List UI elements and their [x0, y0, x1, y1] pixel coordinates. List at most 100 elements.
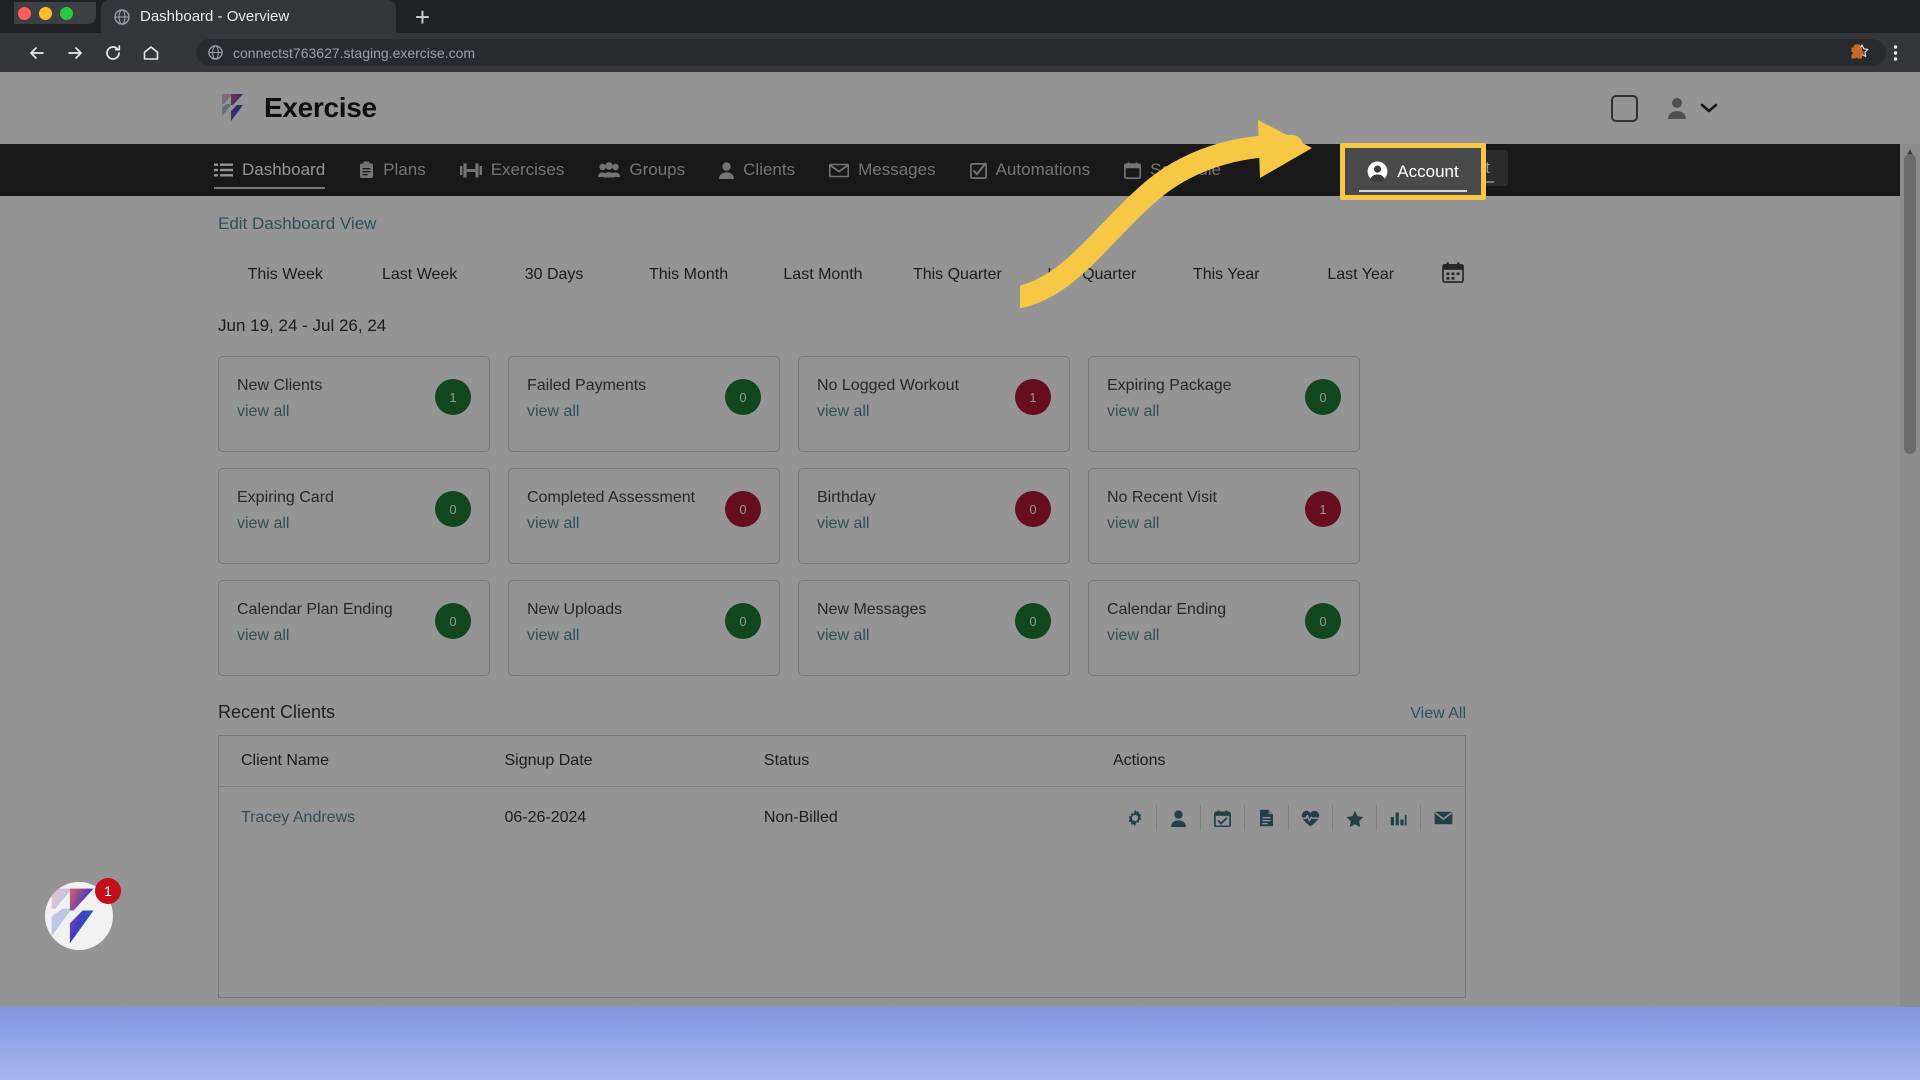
three-dot-menu-icon[interactable] — [1893, 43, 1898, 63]
recent-clients-view-all-link[interactable]: View All — [1410, 705, 1466, 723]
stat-card-failed-payments[interactable]: Failed Payments view all 0 — [508, 356, 780, 452]
stat-card-view-all-link[interactable]: view all — [817, 403, 869, 421]
stat-card-no-recent-visit[interactable]: No Recent Visit view all 1 — [1088, 468, 1360, 564]
nav-item-label: Clients — [743, 160, 796, 179]
browser-toolbar: connectst763627.staging.exercise.com — [0, 33, 1920, 72]
stat-card-view-all-link[interactable]: view all — [817, 515, 869, 533]
forward-arrow-icon[interactable] — [56, 34, 94, 72]
column-header-signup-date: Signup Date — [482, 735, 742, 787]
date-tab-last-month[interactable]: Last Month — [756, 266, 890, 284]
reload-icon[interactable] — [94, 34, 132, 72]
home-icon[interactable] — [132, 34, 170, 72]
status-badge: 0 — [725, 603, 761, 639]
date-tab-this-week[interactable]: This Week — [218, 266, 352, 284]
nav-item-clients[interactable]: Clients — [719, 144, 795, 196]
brand[interactable]: Exercise — [218, 91, 377, 125]
stat-card-view-all-link[interactable]: view all — [237, 627, 289, 645]
nav-item-plans[interactable]: Plans — [359, 144, 426, 196]
stat-card-view-all-link[interactable]: view all — [1107, 627, 1159, 645]
stat-card-new-messages[interactable]: New Messages view all 0 — [798, 580, 1070, 676]
nav-item-exercises[interactable]: Exercises — [459, 144, 564, 196]
heartbeat-icon[interactable] — [1289, 805, 1333, 831]
browser-tab[interactable]: Dashboard - Overview — [101, 0, 396, 33]
stat-card-view-all-link[interactable]: view all — [527, 515, 579, 533]
nav-item-label: Groups — [629, 160, 686, 179]
gear-icon[interactable] — [1113, 805, 1157, 831]
close-window-button[interactable] — [18, 6, 31, 20]
stat-card-completed-assessment[interactable]: Completed Assessment view all 0 — [508, 468, 780, 564]
stat-card-view-all-link[interactable]: view all — [527, 403, 579, 421]
stat-card-birthday[interactable]: Birthday view all 0 — [798, 468, 1070, 564]
stat-card-view-all-link[interactable]: view all — [527, 627, 579, 645]
globe-icon — [208, 45, 223, 60]
envelope-icon[interactable] — [1421, 805, 1465, 831]
maximize-window-button[interactable] — [60, 6, 73, 20]
highlighted-account-button[interactable]: Account — [1345, 148, 1481, 195]
scrollbar-thumb[interactable] — [1904, 154, 1916, 454]
cell-status: Non-Billed — [763, 809, 838, 826]
column-header-client-name: Client Name — [218, 735, 483, 787]
stat-card-expiring-package[interactable]: Expiring Package view all 0 — [1088, 356, 1360, 452]
users-group-icon — [598, 162, 621, 178]
status-badge: 0 — [725, 491, 761, 527]
status-badge: 0 — [435, 491, 471, 527]
page-scrollbar[interactable]: ▲ ▼ — [1900, 144, 1920, 1007]
nav-item-groups[interactable]: Groups — [598, 144, 685, 196]
stat-card-no-logged-workout[interactable]: No Logged Workout view all 1 — [798, 356, 1070, 452]
edit-dashboard-view-link[interactable]: Edit Dashboard View — [218, 214, 376, 233]
dock-app-exercise[interactable]: 1 — [45, 878, 121, 958]
user-menu[interactable] — [1664, 95, 1718, 121]
nav-item-label: Dashboard — [242, 160, 326, 179]
main-navigation: Dashboard Plans Exercises Groups Clients… — [0, 144, 1900, 196]
date-tab-this-month[interactable]: This Month — [621, 266, 755, 284]
date-tab-30-days[interactable]: 30 Days — [487, 266, 621, 284]
star-icon[interactable] — [1333, 805, 1377, 831]
envelope-icon — [829, 163, 850, 178]
stat-card-view-all-link[interactable]: view all — [237, 515, 289, 533]
date-tab-this-quarter[interactable]: This Quarter — [890, 266, 1024, 284]
stat-card-new-uploads[interactable]: New Uploads view all 0 — [508, 580, 780, 676]
table-row: Tracey Andrews 06-26-2024 Non-Billed — [219, 787, 1466, 850]
user-avatar-icon — [1668, 98, 1686, 119]
puzzle-piece-icon[interactable] — [1848, 43, 1872, 63]
dumbbell-icon — [459, 162, 482, 179]
back-arrow-icon[interactable] — [18, 34, 56, 72]
table-header-row: Client Name Signup Date Status Actions — [218, 735, 1466, 787]
stat-card-grid: New Clients view all 1 Failed Payments v… — [218, 356, 1468, 676]
header-right-controls — [1611, 72, 1718, 144]
column-header-actions: Actions — [1091, 735, 1466, 787]
dock-notification-badge: 1 — [95, 878, 121, 904]
annotation-arrow — [1020, 120, 1312, 308]
new-tab-button[interactable]: + — [400, 0, 445, 33]
nav-item-label: Messages — [858, 160, 936, 179]
client-name-link[interactable]: Tracey Andrews — [241, 809, 355, 826]
stat-card-view-all-link[interactable]: view all — [1107, 403, 1159, 421]
desktop-background — [0, 1007, 1920, 1080]
window-traffic-lights[interactable] — [14, 2, 96, 24]
address-bar[interactable]: connectst763627.staging.exercise.com — [196, 39, 1886, 66]
status-badge: 0 — [435, 603, 471, 639]
check-square-icon — [969, 161, 987, 179]
square-outline-icon[interactable] — [1611, 94, 1638, 122]
stat-card-view-all-link[interactable]: view all — [1107, 515, 1159, 533]
calendar-check-icon[interactable] — [1201, 805, 1245, 831]
bar-chart-icon[interactable] — [1377, 805, 1421, 831]
stat-card-expiring-card[interactable]: Expiring Card view all 0 — [218, 468, 490, 564]
status-badge: 0 — [1015, 491, 1051, 527]
document-icon[interactable] — [1245, 805, 1289, 831]
stat-card-calendar-ending[interactable]: Calendar Ending view all 0 — [1088, 580, 1360, 676]
stat-card-view-all-link[interactable]: view all — [237, 403, 289, 421]
minimize-window-button[interactable] — [39, 6, 52, 20]
user-circle-icon — [1367, 161, 1388, 182]
user-icon[interactable] — [1157, 805, 1201, 831]
stat-card-view-all-link[interactable]: view all — [817, 627, 869, 645]
nav-item-dashboard[interactable]: Dashboard — [214, 144, 326, 196]
browser-chrome: Dashboard - Overview + connectst763627.s… — [0, 0, 1920, 72]
table-spacer-cell — [219, 849, 1466, 997]
stat-card-new-clients[interactable]: New Clients view all 1 — [218, 356, 490, 452]
date-tab-last-week[interactable]: Last Week — [352, 266, 486, 284]
calendar-picker-icon[interactable] — [1442, 262, 1464, 288]
stat-card-calendar-plan-ending[interactable]: Calendar Plan Ending view all 0 — [218, 580, 490, 676]
nav-item-messages[interactable]: Messages — [829, 144, 936, 196]
status-badge: 0 — [725, 379, 761, 415]
